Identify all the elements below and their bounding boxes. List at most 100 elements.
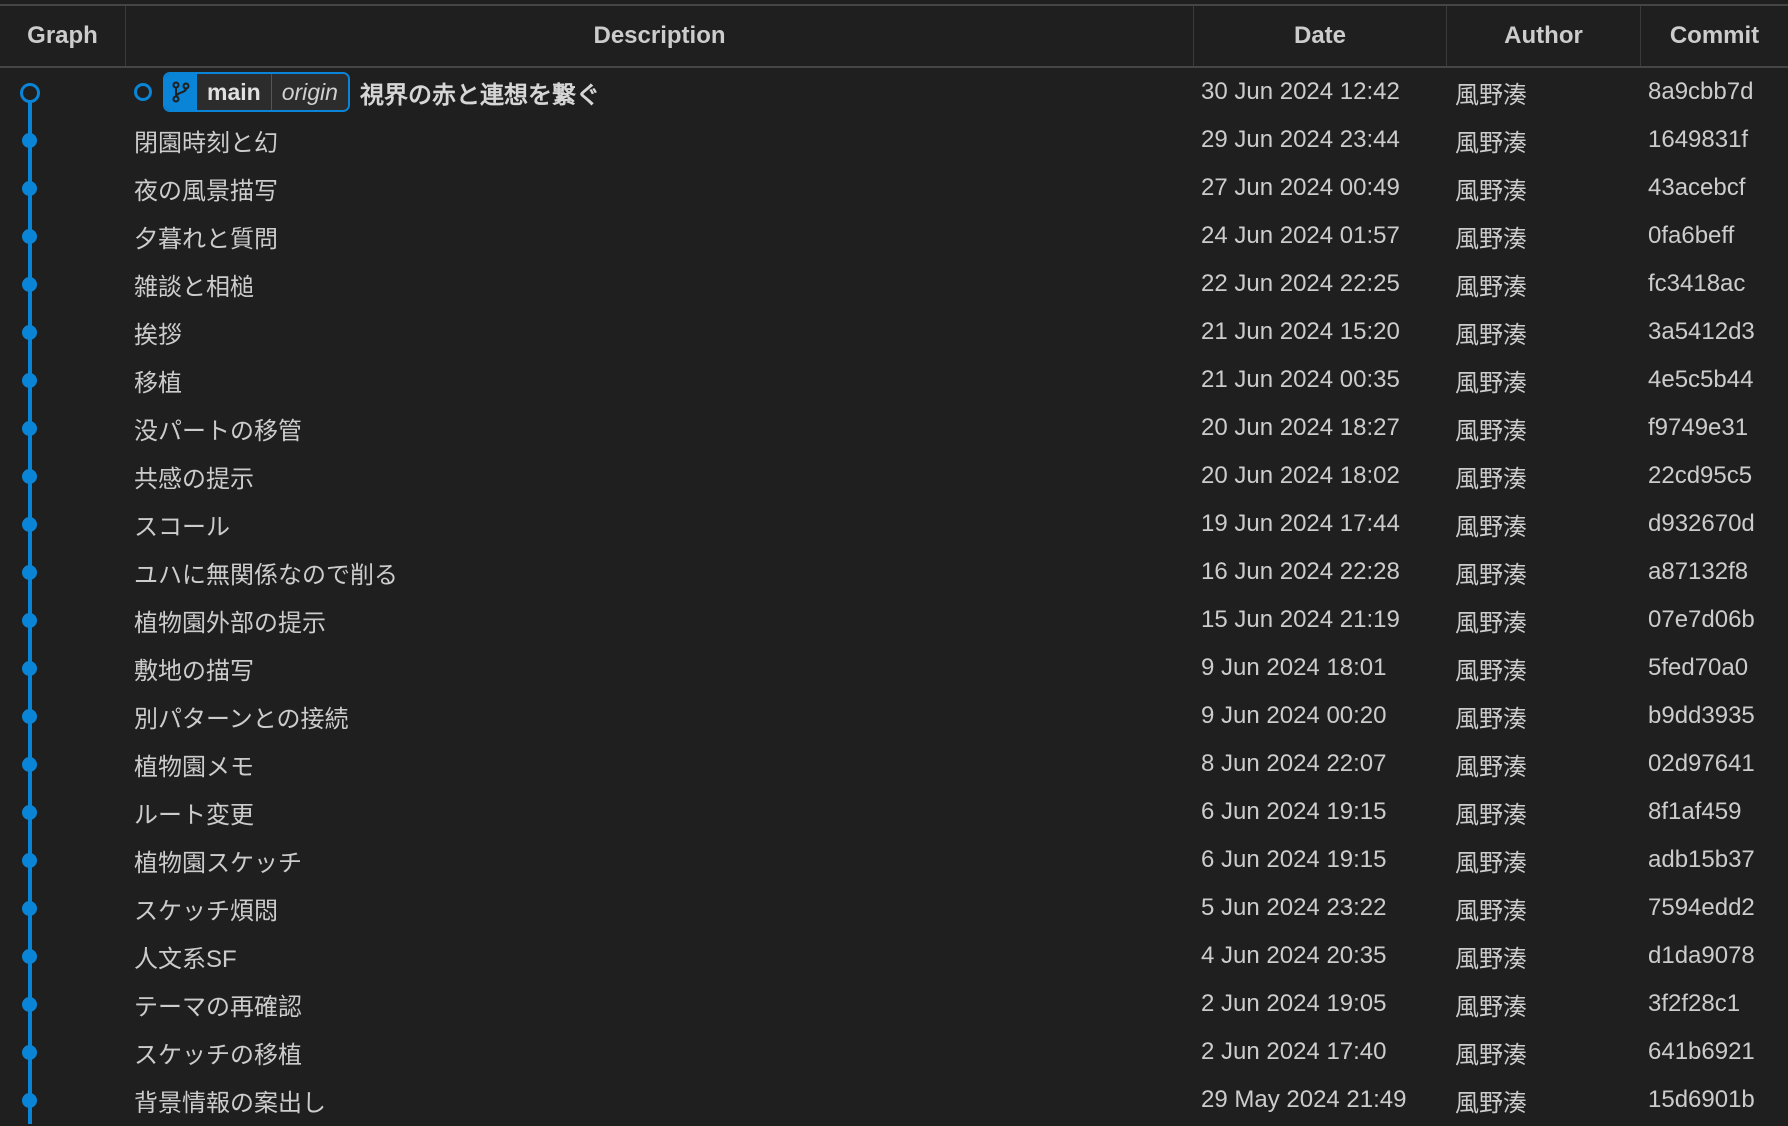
branch-badge[interactable]: main origin — [163, 72, 350, 112]
table-row[interactable]: スケッチの移植 2 Jun 2024 17:40 風野湊 641b6921 — [0, 1028, 1788, 1076]
commit-node-icon — [22, 421, 37, 436]
commit-date: 5 Jun 2024 23:22 — [1201, 894, 1387, 921]
commit-description: 視界の赤と連想を繋ぐ — [359, 81, 600, 109]
commit-description: 植物園スケッチ — [134, 849, 302, 877]
commit-node-icon — [22, 805, 37, 820]
commit-node-icon — [22, 565, 37, 580]
commit-author: 風野湊 — [1455, 129, 1527, 157]
commit-author: 風野湊 — [1455, 849, 1527, 877]
table-row[interactable]: テーマの再確認 2 Jun 2024 19:05 風野湊 3f2f28c1 — [0, 980, 1788, 1028]
column-header-graph[interactable]: Graph — [0, 6, 126, 66]
table-row[interactable]: 敷地の描写 9 Jun 2024 18:01 風野湊 5fed70a0 — [0, 644, 1788, 692]
table-row[interactable]: ユハに無関係なので削る 16 Jun 2024 22:28 風野湊 a87132f8 — [0, 548, 1788, 596]
commit-node-icon — [22, 997, 37, 1012]
commit-node-icon — [22, 469, 37, 484]
graph-cell — [0, 836, 126, 884]
column-header-description[interactable]: Description — [126, 6, 1194, 66]
commit-node-icon — [22, 181, 37, 196]
table-row[interactable]: 植物園スケッチ 6 Jun 2024 19:15 風野湊 adb15b37 — [0, 836, 1788, 884]
commit-date: 30 Jun 2024 12:42 — [1201, 78, 1400, 105]
table-row[interactable]: 植物園外部の提示 15 Jun 2024 21:19 風野湊 07e7d06b — [0, 596, 1788, 644]
column-header-author[interactable]: Author — [1447, 6, 1641, 66]
table-row[interactable]: 背景情報の案出し 29 May 2024 21:49 風野湊 15d6901b — [0, 1076, 1788, 1124]
table-row[interactable]: 人文系SF 4 Jun 2024 20:35 風野湊 d1da9078 — [0, 932, 1788, 980]
table-row[interactable]: 閉園時刻と幻 29 Jun 2024 23:44 風野湊 1649831f — [0, 116, 1788, 164]
column-header-date[interactable]: Date — [1194, 6, 1447, 66]
table-row[interactable]: 移植 21 Jun 2024 00:35 風野湊 4e5c5b44 — [0, 356, 1788, 404]
commit-date: 27 Jun 2024 00:49 — [1201, 174, 1400, 201]
commit-author: 風野湊 — [1455, 1089, 1527, 1117]
commit-hash: 15d6901b — [1648, 1086, 1755, 1113]
table-row[interactable]: 夜の風景描写 27 Jun 2024 00:49 風野湊 43acebcf — [0, 164, 1788, 212]
table-row[interactable]: ルート変更 6 Jun 2024 19:15 風野湊 8f1af459 — [0, 788, 1788, 836]
commit-author: 風野湊 — [1455, 1041, 1527, 1069]
commit-date: 15 Jun 2024 21:19 — [1201, 606, 1400, 633]
graph-cell — [0, 692, 126, 740]
description-cell: 共感の提示 — [126, 459, 1194, 494]
graph-cell — [0, 68, 126, 116]
table-row[interactable]: main origin 視界の赤と連想を繋ぐ 30 Jun 2024 12:42 風野湊… — [0, 68, 1788, 116]
commit-author: 風野湊 — [1455, 897, 1527, 925]
table-row[interactable]: 別パターンとの接続 9 Jun 2024 00:20 風野湊 b9dd3935 — [0, 692, 1788, 740]
table-row[interactable]: スコール 19 Jun 2024 17:44 風野湊 d932670d — [0, 500, 1788, 548]
commit-hash: 3a5412d3 — [1648, 318, 1755, 345]
table-row[interactable]: 没パートの移管 20 Jun 2024 18:27 風野湊 f9749e31 — [0, 404, 1788, 452]
commit-author: 風野湊 — [1455, 609, 1527, 637]
description-cell: 閉園時刻と幻 — [126, 123, 1194, 158]
table-row[interactable]: 雑談と相槌 22 Jun 2024 22:25 風野湊 fc3418ac — [0, 260, 1788, 308]
commit-hash: d932670d — [1648, 510, 1755, 537]
commit-author: 風野湊 — [1455, 369, 1527, 397]
commit-description: 共感の提示 — [134, 465, 254, 493]
commit-description: ルート変更 — [134, 801, 254, 829]
commit-node-icon — [22, 853, 37, 868]
commit-author: 風野湊 — [1455, 417, 1527, 445]
git-branch-icon — [165, 74, 197, 110]
commit-author: 風野湊 — [1455, 465, 1527, 493]
commit-description: 没パートの移管 — [134, 417, 302, 445]
commit-description: 閉園時刻と幻 — [134, 129, 278, 157]
description-cell: 背景情報の案出し — [126, 1083, 1194, 1118]
commit-description: 植物園メモ — [134, 753, 254, 781]
graph-cell — [0, 212, 126, 260]
commit-description: 雑談と相槌 — [134, 273, 254, 301]
commit-date: 20 Jun 2024 18:02 — [1201, 462, 1400, 489]
graph-cell — [0, 356, 126, 404]
commit-date: 21 Jun 2024 15:20 — [1201, 318, 1400, 345]
commit-author: 風野湊 — [1455, 993, 1527, 1021]
commit-author: 風野湊 — [1455, 801, 1527, 829]
table-row[interactable]: 挨拶 21 Jun 2024 15:20 風野湊 3a5412d3 — [0, 308, 1788, 356]
description-cell: 夕暮れと質問 — [126, 219, 1194, 254]
commit-description: 夜の風景描写 — [134, 177, 278, 205]
commit-hash: 3f2f28c1 — [1648, 990, 1741, 1017]
commit-hash: a87132f8 — [1648, 558, 1749, 585]
commit-hash: 1649831f — [1648, 126, 1749, 153]
commit-date: 6 Jun 2024 19:15 — [1201, 846, 1387, 873]
graph-cell — [0, 548, 126, 596]
commit-node-icon — [22, 1093, 37, 1108]
commit-hash: adb15b37 — [1648, 846, 1755, 873]
graph-cell — [0, 116, 126, 164]
table-row[interactable]: 夕暮れと質問 24 Jun 2024 01:57 風野湊 0fa6beff — [0, 212, 1788, 260]
commit-date: 22 Jun 2024 22:25 — [1201, 270, 1400, 297]
commit-node-icon — [22, 709, 37, 724]
commit-hash: 0fa6beff — [1648, 222, 1735, 249]
commit-author: 風野湊 — [1455, 705, 1527, 733]
description-cell: 敷地の描写 — [126, 651, 1194, 686]
commit-node-icon — [22, 661, 37, 676]
table-row[interactable]: スケッチ煩悶 5 Jun 2024 23:22 風野湊 7594edd2 — [0, 884, 1788, 932]
commit-hash: f9749e31 — [1648, 414, 1749, 441]
commit-description: 背景情報の案出し — [134, 1089, 326, 1117]
description-cell: 植物園メモ — [126, 747, 1194, 782]
graph-cell — [0, 788, 126, 836]
description-cell: 別パターンとの接続 — [126, 699, 1194, 734]
table-row[interactable]: 植物園メモ 8 Jun 2024 22:07 風野湊 02d97641 — [0, 740, 1788, 788]
table-row[interactable]: 共感の提示 20 Jun 2024 18:02 風野湊 22cd95c5 — [0, 452, 1788, 500]
commit-date: 24 Jun 2024 01:57 — [1201, 222, 1400, 249]
commit-author: 風野湊 — [1455, 561, 1527, 589]
commit-description: スケッチの移植 — [134, 1041, 302, 1069]
column-header-commit[interactable]: Commit — [1641, 6, 1788, 66]
commit-hash: d1da9078 — [1648, 942, 1755, 969]
head-commit-node-icon — [20, 83, 40, 103]
commit-node-icon — [22, 901, 37, 916]
commit-description: 別パターンとの接続 — [134, 705, 349, 733]
